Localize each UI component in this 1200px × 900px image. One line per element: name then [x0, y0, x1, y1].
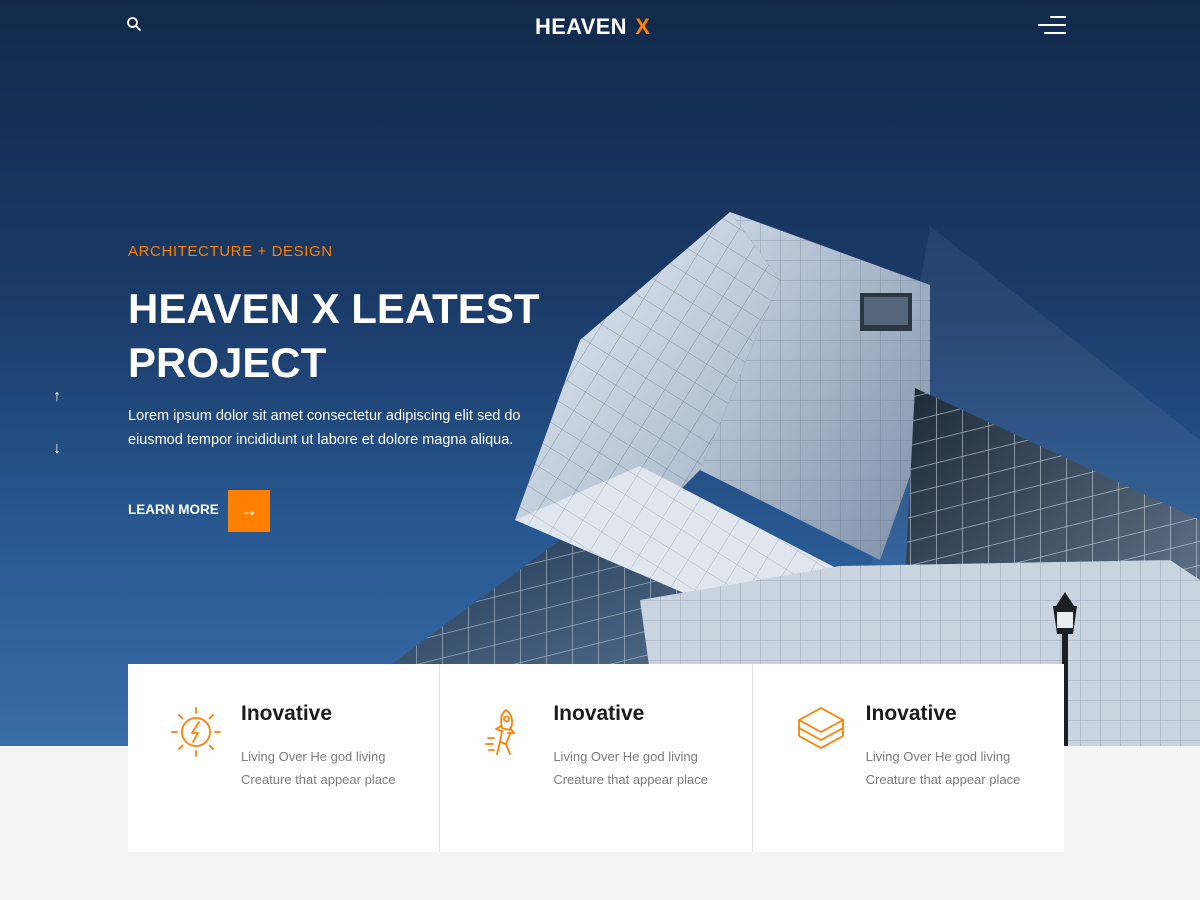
menu-line [1044, 32, 1066, 34]
learn-more-link[interactable]: LEARN MORE [128, 500, 219, 520]
hero-title-line: PROJECT [128, 339, 327, 386]
rocket-astronaut-icon [485, 709, 516, 755]
learn-more-arrow-button[interactable]: → [228, 490, 270, 532]
arrow-down-icon[interactable]: ↓ [46, 438, 68, 460]
search-icon [127, 17, 141, 31]
hamburger-menu-button[interactable] [1038, 14, 1066, 38]
hero-section: HEAVEN X ↑ ↓ ARCHITECTURE + DESIGN HEAVE… [0, 0, 1200, 746]
feature-title: Inovative [865, 702, 957, 725]
feature-title: Inovative [553, 702, 645, 725]
site-header: HEAVEN X [0, 0, 1200, 56]
layers-icon [797, 707, 844, 749]
hero-description: Lorem ipsum dolor sit amet consectetur a… [128, 408, 521, 448]
feature-card: Inovative Living Over He god living Crea… [440, 664, 753, 852]
arrow-right-icon: → [240, 500, 258, 520]
site-logo[interactable]: HEAVEN X [535, 12, 665, 42]
feature-title: Inovative [241, 702, 333, 725]
feature-text: Living Over He god living Creature that … [241, 749, 396, 787]
feature-text: Living Over He god living Creature that … [865, 749, 1021, 787]
logo-accent: X [635, 14, 651, 39]
search-button[interactable] [126, 16, 142, 32]
feature-card: Inovative Living Over He god living Crea… [128, 664, 441, 852]
feature-text: Living Over He god living Creature that … [553, 749, 708, 787]
menu-line [1038, 24, 1066, 26]
hero-eyebrow: ARCHITECTURE + DESIGN [128, 243, 333, 260]
sun-bolt-icon [171, 707, 221, 757]
feature-card: Inovative Living Over He god living Crea… [753, 664, 1064, 852]
hero-title-line: HEAVEN X LEATEST [128, 285, 540, 332]
hero-title: HEAVEN X LEATEST PROJECT [128, 282, 568, 390]
logo-text: HEAVEN [535, 14, 627, 39]
features-section: Inovative Living Over He god living Crea… [128, 664, 1064, 852]
arrow-up-icon[interactable]: ↑ [46, 386, 68, 408]
slider-navigation: ↑ ↓ [46, 386, 68, 460]
menu-line [1050, 16, 1066, 18]
